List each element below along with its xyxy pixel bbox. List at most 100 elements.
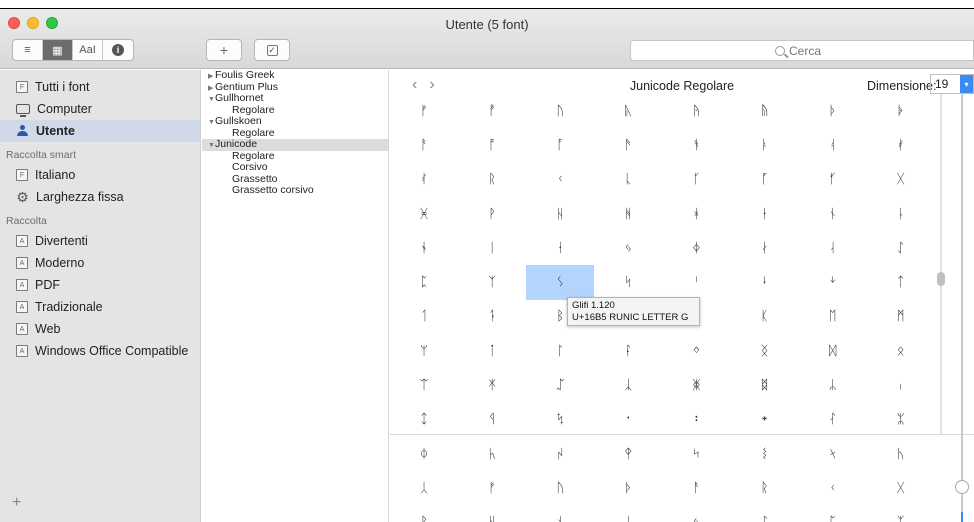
add-font-button[interactable]: +	[206, 39, 242, 61]
glyph-cell[interactable]: ᛃ	[662, 506, 730, 522]
glyph-cell[interactable]: ᛠ	[390, 368, 458, 402]
sidebar-item-italiano[interactable]: F Italiano	[0, 164, 200, 186]
list-view-icon[interactable]: ≡	[13, 40, 43, 60]
glyph-cell[interactable]: ᛙ	[458, 334, 526, 368]
glyph-cell[interactable]: ᛁ	[458, 231, 526, 265]
glyph-cell[interactable]: ᚩ	[458, 128, 526, 162]
glyph-cell[interactable]: ᚥ	[730, 94, 798, 128]
glyph-cell[interactable]: ᚷ	[867, 471, 935, 505]
glyph-cell[interactable]: ᛝ	[730, 334, 798, 368]
glyph-cell[interactable]: ᛎ	[799, 265, 867, 299]
glyph-cell[interactable]: ᛉ	[458, 265, 526, 299]
glyph-cell[interactable]: ᚵ	[730, 163, 798, 197]
glyph-cell[interactable]: ᛖ	[799, 300, 867, 334]
sidebar-item-computer[interactable]: Computer	[0, 98, 200, 120]
glyph-cell[interactable]: ᛍ	[730, 265, 798, 299]
glyph-cell[interactable]: ᚺ	[526, 197, 594, 231]
glyph-cell[interactable]: ᛸ	[390, 471, 458, 505]
glyph-cell[interactable]: ᚴ	[662, 163, 730, 197]
glyph-cell[interactable]: ᛗ	[867, 300, 935, 334]
glyph-cell[interactable]: ᛑ	[458, 300, 526, 334]
validate-font-button[interactable]: ✓	[254, 39, 290, 61]
glyph-cell[interactable]: ᚫ	[594, 128, 662, 162]
disclosure-open-icon[interactable]: ▼	[208, 94, 215, 106]
font-style-item[interactable]: Regolare	[202, 150, 388, 163]
glyph-cell[interactable]: ᛫	[594, 403, 662, 437]
glyph-cell[interactable]: ᚡ	[458, 94, 526, 128]
glyph-cell[interactable]: ᛚ	[526, 334, 594, 368]
glyph-cell[interactable]: ᛟ	[867, 334, 935, 368]
glyph-cell[interactable]: ᛵ	[730, 437, 798, 471]
glyph-cell[interactable]: ᚹ	[390, 506, 458, 522]
glyph-cell[interactable]: ᛘ	[390, 334, 458, 368]
glyph-cell[interactable]: ᚱ	[458, 163, 526, 197]
glyph-cell[interactable]: ᛋ	[594, 265, 662, 299]
sidebar-item-user[interactable]: Utente	[0, 120, 200, 142]
glyph-cell[interactable]: ᛈ	[799, 506, 867, 522]
glyph-cell[interactable]: ᚦ	[594, 471, 662, 505]
glyph-cell[interactable]: ᚱ	[730, 471, 798, 505]
scroll-thumb[interactable]	[937, 272, 945, 286]
glyph-cell[interactable]: ᚷ	[867, 163, 935, 197]
glyph-cell[interactable]: ᚻ	[594, 197, 662, 231]
glyph-cell[interactable]: ᚳ	[594, 163, 662, 197]
glyph-cell[interactable]: ᚾ	[799, 197, 867, 231]
glyph-cell[interactable]: ᚣ	[594, 94, 662, 128]
grid-view-icon[interactable]: ▦	[43, 40, 73, 60]
glyph-cell[interactable]: ᛭	[730, 403, 798, 437]
glyph-cell[interactable]: ᚨ	[662, 471, 730, 505]
glyph-cell[interactable]: ᛜ	[662, 334, 730, 368]
glyph-cell[interactable]: ᚾ	[526, 506, 594, 522]
glyph-cell[interactable]: ᛧ	[867, 368, 935, 402]
sidebar-item-divertenti[interactable]: A Divertenti	[0, 230, 200, 252]
glyph-cell[interactable]: ᛡ	[458, 368, 526, 402]
font-style-item[interactable]: Corsivo	[202, 161, 388, 174]
glyph-cell[interactable]: ᛄ	[662, 231, 730, 265]
glyph-cell[interactable]: ᛷ	[867, 437, 935, 471]
sidebar-item-moderno[interactable]: A Moderno	[0, 252, 200, 274]
font-family-item[interactable]: ▼Gullhornet	[202, 92, 388, 106]
info-view-button[interactable]: i	[103, 40, 133, 60]
glyph-cell[interactable]: ᚿ	[867, 197, 935, 231]
glyph-cell[interactable]: ᚯ	[867, 128, 935, 162]
glyph-cell[interactable]: ᛴ	[662, 437, 730, 471]
glyph-cell[interactable]: ᚠ	[390, 94, 458, 128]
glyph-cell[interactable]: ᚲ	[526, 163, 594, 197]
glyph-cell[interactable]: ᚼ	[662, 197, 730, 231]
glyph-cell[interactable]: ᚸ	[390, 197, 458, 231]
glyph-cell[interactable]: ᛂ	[526, 231, 594, 265]
sidebar-item-pdf[interactable]: A PDF	[0, 274, 200, 296]
glyph-cell[interactable]: ᛁ	[594, 506, 662, 522]
glyph-cell[interactable]: ᛰ	[390, 437, 458, 471]
glyph-cell[interactable]: ᚮ	[799, 128, 867, 162]
glyph-cell[interactable]: ᚺ	[458, 506, 526, 522]
glyph-cell[interactable]: ᛬	[662, 403, 730, 437]
glyph-cell[interactable]: ᛊ	[526, 265, 595, 300]
sidebar-item-tradizionale[interactable]: A Tradizionale	[0, 296, 200, 318]
glyph-cell[interactable]: ᛏ	[867, 265, 935, 299]
glyph-cell[interactable]: ᛢ	[526, 368, 594, 402]
sidebar-item-all-fonts[interactable]: F Tutti i font	[0, 76, 200, 98]
vertical-scrollbar[interactable]	[935, 94, 949, 434]
glyph-cell[interactable]: ᛣ	[594, 368, 662, 402]
glyph-cell[interactable]: ᛉ	[867, 506, 935, 522]
sample-view-icon[interactable]: AaI	[73, 40, 103, 60]
search-input[interactable]	[789, 43, 829, 58]
add-collection-button[interactable]: +	[12, 494, 21, 512]
glyph-cell[interactable]: ᛤ	[662, 368, 730, 402]
glyph-cell[interactable]: ᚠ	[458, 471, 526, 505]
glyph-cell[interactable]: ᛩ	[458, 403, 526, 437]
glyph-cell[interactable]: ᛈ	[390, 265, 458, 299]
glyph-cell[interactable]: ᛇ	[730, 506, 798, 522]
font-family-item[interactable]: ▼Junicode	[202, 138, 388, 151]
size-select[interactable]: 19 ▾	[930, 74, 974, 94]
glyph-cell[interactable]: ᚰ	[390, 163, 458, 197]
glyph-cell[interactable]: ᛯ	[867, 403, 935, 437]
glyph-cell[interactable]: ᛐ	[390, 300, 458, 334]
slider-knob[interactable]	[955, 480, 969, 494]
glyph-cell[interactable]: ᚶ	[799, 163, 867, 197]
glyph-cell[interactable]: ᛪ	[526, 403, 594, 437]
glyph-cell[interactable]: ᛨ	[390, 403, 458, 437]
glyph-cell[interactable]: ᛃ	[594, 231, 662, 265]
glyph-cell[interactable]: ᛌ	[662, 265, 730, 299]
